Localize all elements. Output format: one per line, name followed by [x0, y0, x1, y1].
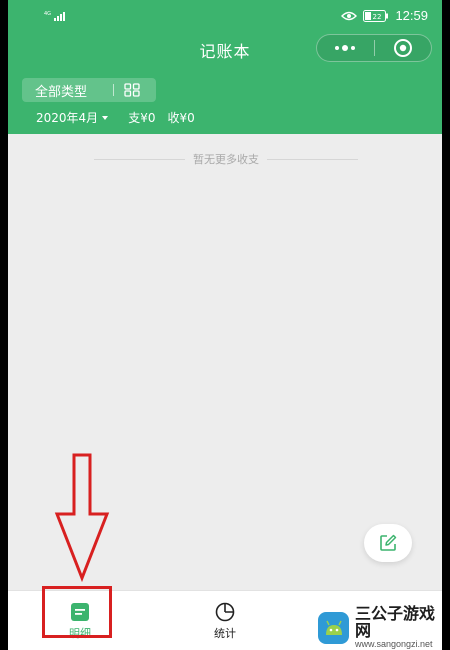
income-total: 收¥0: [167, 111, 195, 125]
empty-state: 暂无更多收支: [94, 151, 358, 167]
add-record-button[interactable]: [364, 524, 412, 562]
more-button[interactable]: [317, 35, 374, 61]
watermark-url: www.sangongzi.net: [355, 639, 433, 650]
tab-stats-label: 统计: [214, 627, 236, 640]
caret-down-icon: [102, 115, 109, 120]
status-right: 22 12:59: [341, 8, 428, 23]
more-dots-icon: [335, 45, 356, 51]
eye-icon: [341, 11, 358, 20]
edit-icon: [380, 534, 397, 551]
type-filter-label: 全部类型: [35, 84, 88, 100]
battery-icon: 22: [363, 9, 389, 22]
category-grid-icon: [124, 83, 140, 97]
site-watermark: 三公子游戏网 www.sangongzi.net: [318, 604, 442, 650]
annotation-arrow: [54, 453, 110, 582]
miniprogram-capsule[interactable]: [316, 34, 432, 62]
annotation-highlight-box: [42, 586, 112, 638]
divider-right: [267, 158, 358, 160]
type-filter-divider: [113, 84, 114, 96]
network-label: 4G: [44, 11, 51, 17]
android-logo-icon: [318, 612, 349, 644]
month-picker[interactable]: 2020年4月: [36, 109, 128, 126]
battery-level: 22: [373, 13, 382, 21]
target-icon: [393, 39, 412, 57]
month-label: 2020年4月: [36, 111, 99, 125]
pie-chart-icon: [215, 602, 235, 622]
signal-icon: 4G: [44, 11, 65, 21]
tab-stats[interactable]: 统计: [165, 591, 285, 650]
divider-left: [94, 158, 185, 160]
type-filter-button[interactable]: 全部类型: [22, 78, 156, 102]
watermark-name: 三公子游戏网: [355, 604, 436, 641]
spend-total: 支¥0: [128, 111, 156, 125]
app-header: 4G 22 12:59 记账本 全部类型 2020年4月 支¥0 收¥0: [8, 0, 442, 134]
status-bar: 4G 22 12:59: [8, 0, 442, 32]
close-miniprogram-button[interactable]: [374, 35, 431, 61]
empty-state-text: 暂无更多收支: [193, 153, 259, 166]
month-summary: 2020年4月 支¥0 收¥0: [36, 109, 195, 126]
status-time: 12:59: [395, 8, 428, 23]
phone-screen: 4G 22 12:59 记账本 全部类型 2020年4月 支¥0 收¥0 暂无更…: [8, 0, 442, 650]
